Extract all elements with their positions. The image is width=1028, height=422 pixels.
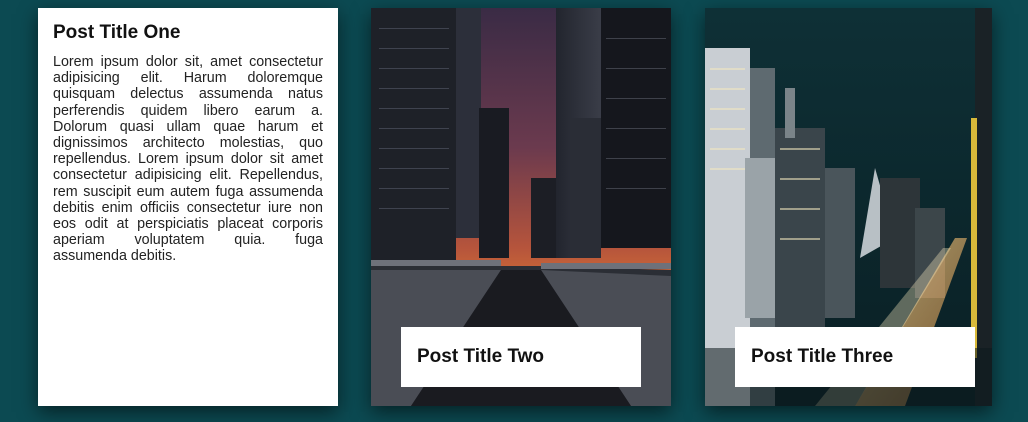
post-title-box: Post Title Two [401,327,641,387]
post-body: Lorem ipsum dolor sit, amet consectetur … [53,54,323,265]
post-title[interactable]: Post Title Three [751,346,893,368]
post-card-1[interactable]: Post Title One Lorem ipsum dolor sit, am… [38,8,338,406]
post-title-box: Post Title Three [735,327,975,387]
post-card-2[interactable]: Post Title Two [371,8,671,406]
post-title[interactable]: Post Title Two [417,346,544,368]
post-card-3[interactable]: Post Title Three [705,8,992,406]
post-grid: Post Title One Lorem ipsum dolor sit, am… [0,0,1028,422]
post-title[interactable]: Post Title One [53,22,323,44]
